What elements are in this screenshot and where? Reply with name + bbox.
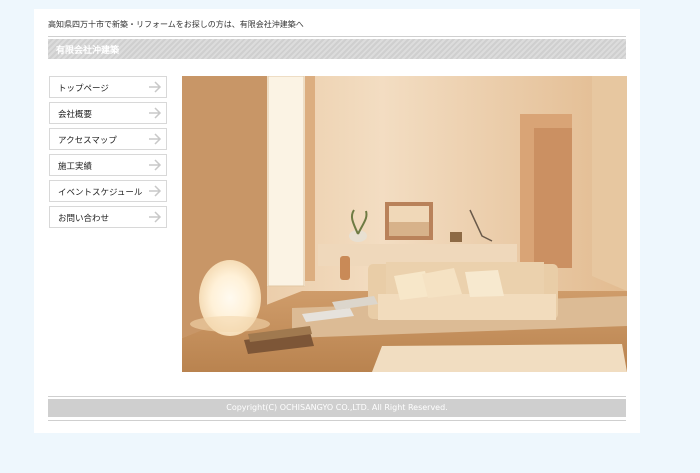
footer-divider-bottom bbox=[48, 420, 626, 421]
nav-item-access[interactable]: アクセスマップ bbox=[49, 128, 167, 150]
company-name[interactable]: 有限会社沖建築 bbox=[56, 43, 119, 56]
header-divider bbox=[48, 36, 626, 37]
nav-item-works[interactable]: 施工実績 bbox=[49, 154, 167, 176]
nav-item-contact[interactable]: お問い合わせ bbox=[49, 206, 167, 228]
company-title-bar: 有限会社沖建築 bbox=[48, 39, 626, 59]
nav-item-label: イベントスケジュール bbox=[58, 188, 143, 198]
arrow-right-icon bbox=[149, 211, 162, 223]
arrow-right-icon bbox=[149, 81, 162, 93]
copyright-text: Copyright(C) OCHISANGYO CO.,LTD. All Rig… bbox=[226, 403, 448, 412]
footer-bar: Copyright(C) OCHISANGYO CO.,LTD. All Rig… bbox=[48, 399, 626, 417]
nav-item-label: アクセスマップ bbox=[58, 136, 117, 146]
arrow-right-icon bbox=[149, 133, 162, 145]
nav-item-label: トップページ bbox=[58, 84, 109, 94]
header-tagline: 高知県四万十市で新築・リフォームをお探しの方は、有限会社沖建築へ bbox=[48, 20, 304, 29]
nav-item-label: 施工実績 bbox=[58, 162, 93, 172]
hero-image bbox=[182, 76, 627, 372]
living-room-illustration bbox=[182, 76, 627, 372]
nav-item-events[interactable]: イベントスケジュール bbox=[49, 180, 167, 202]
nav-item-label: 会社概要 bbox=[58, 110, 93, 120]
nav-item-top[interactable]: トップページ bbox=[49, 76, 167, 98]
sidebar-nav: トップページ 会社概要 アクセスマップ 施工実績 イベントスケジュール お問い合… bbox=[49, 76, 167, 232]
nav-item-label: お問い合わせ bbox=[58, 214, 110, 224]
arrow-right-icon bbox=[149, 159, 162, 171]
arrow-right-icon bbox=[149, 107, 162, 119]
footer-divider-top bbox=[48, 396, 626, 397]
nav-item-company[interactable]: 会社概要 bbox=[49, 102, 167, 124]
page-container: 高知県四万十市で新築・リフォームをお探しの方は、有限会社沖建築へ 有限会社沖建築… bbox=[34, 9, 640, 433]
arrow-right-icon bbox=[149, 185, 162, 197]
